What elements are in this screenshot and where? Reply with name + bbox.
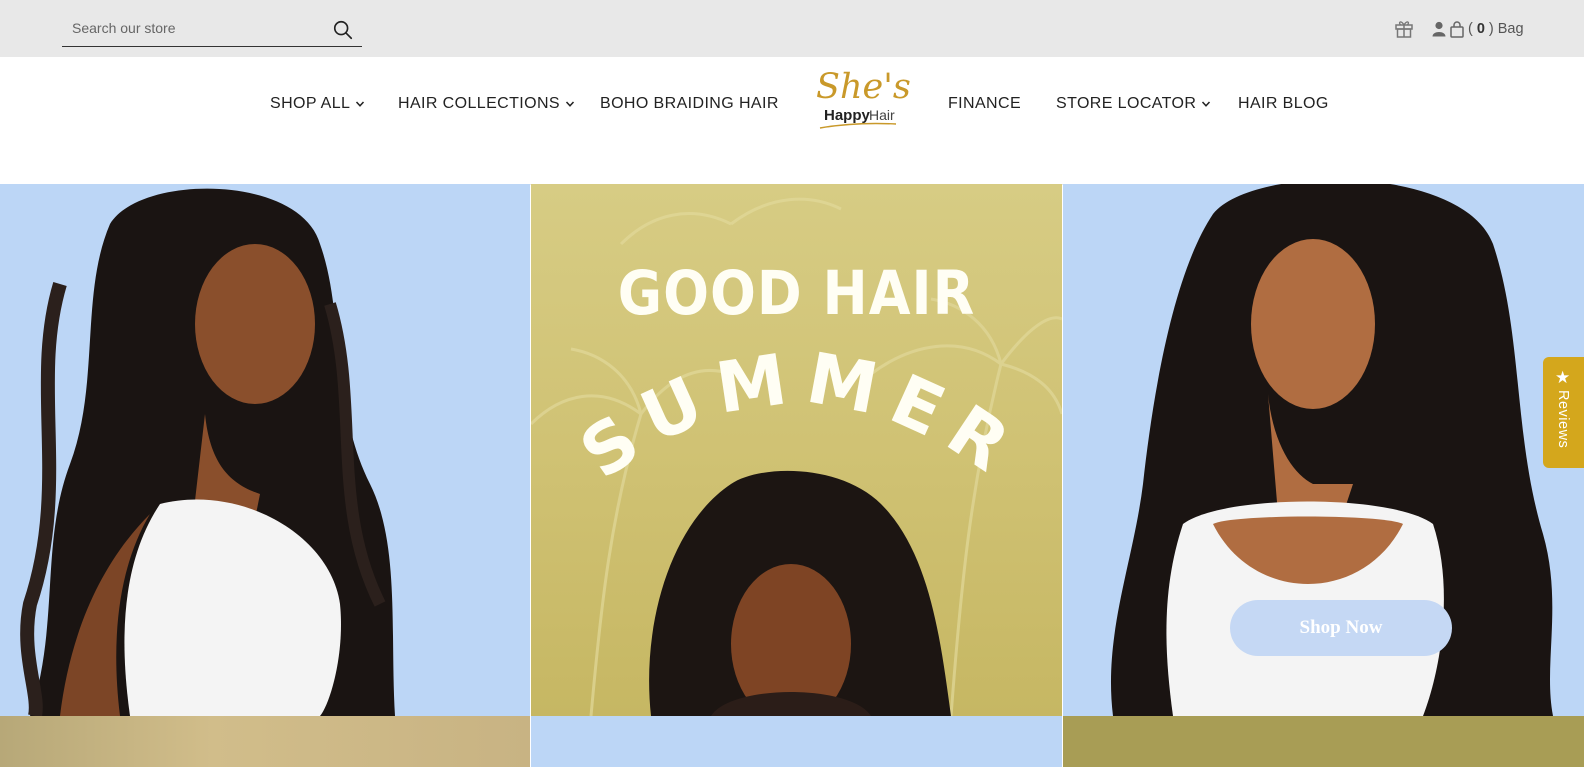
site-logo[interactable]: She's Happy Hair (810, 58, 910, 133)
bag-icon[interactable] (1450, 20, 1464, 38)
account-bag[interactable]: (0) Bag (1432, 18, 1524, 40)
model-photo-left (20, 188, 395, 716)
bag-count: 0 (1476, 21, 1485, 37)
logo-hair: Hair (869, 107, 895, 123)
nav-item-label: HAIR COLLECTIONS (398, 95, 560, 112)
user-icon[interactable] (1432, 21, 1446, 37)
bag-count-open: ( (1468, 21, 1473, 37)
lower-panel-center (531, 716, 1062, 767)
utility-bar: (0) Bag (0, 0, 1584, 57)
main-nav: SHOP ALL HAIR COLLECTIONS BOHO BRAIDING … (0, 57, 1584, 185)
reviews-tab[interactable]: ★ Reviews (1543, 357, 1584, 468)
search-bar (62, 14, 362, 47)
model-photo-center (649, 470, 951, 716)
hero-panel-center[interactable]: GOOD HAIR SUMMER (531, 184, 1062, 716)
bag-label[interactable]: Bag (1498, 21, 1524, 37)
chevron-down-icon (565, 101, 575, 107)
lower-panel-left (0, 716, 530, 767)
bag-count-close: ) (1488, 21, 1494, 37)
logo-happy: Happy (824, 107, 871, 124)
nav-item-finance[interactable]: FINANCE (948, 95, 1021, 113)
nav-item-label: FINANCE (948, 95, 1022, 112)
nav-item-store-locator[interactable]: STORE LOCATOR (1056, 95, 1211, 113)
nav-item-label: HAIR BLOG (1238, 95, 1329, 112)
hero-panel-left[interactable] (0, 184, 530, 716)
shop-now-button[interactable]: Shop Now (1230, 600, 1452, 656)
reviews-tab-label: Reviews (1555, 390, 1571, 449)
nav-item-hair-collections[interactable]: HAIR COLLECTIONS (398, 95, 575, 113)
nav-item-label: STORE LOCATOR (1056, 95, 1197, 112)
nav-item-boho-braiding-hair[interactable]: BOHO BRAIDING HAIR (600, 95, 779, 113)
nav-item-label: BOHO BRAIDING HAIR (600, 95, 779, 112)
chevron-down-icon (356, 101, 365, 107)
nav-item-hair-blog[interactable]: HAIR BLOG (1238, 95, 1329, 113)
logo-script: She's (816, 67, 910, 107)
nav-item-label: SHOP ALL (270, 95, 351, 112)
gift-icon[interactable] (1393, 17, 1415, 39)
chevron-down-icon (1202, 101, 1211, 107)
search-icon[interactable] (332, 19, 354, 41)
lower-panel-right (1063, 716, 1584, 767)
search-input[interactable] (62, 14, 322, 42)
nav-item-shop-all[interactable]: SHOP ALL (270, 95, 365, 113)
star-icon: ★ (1555, 368, 1571, 387)
